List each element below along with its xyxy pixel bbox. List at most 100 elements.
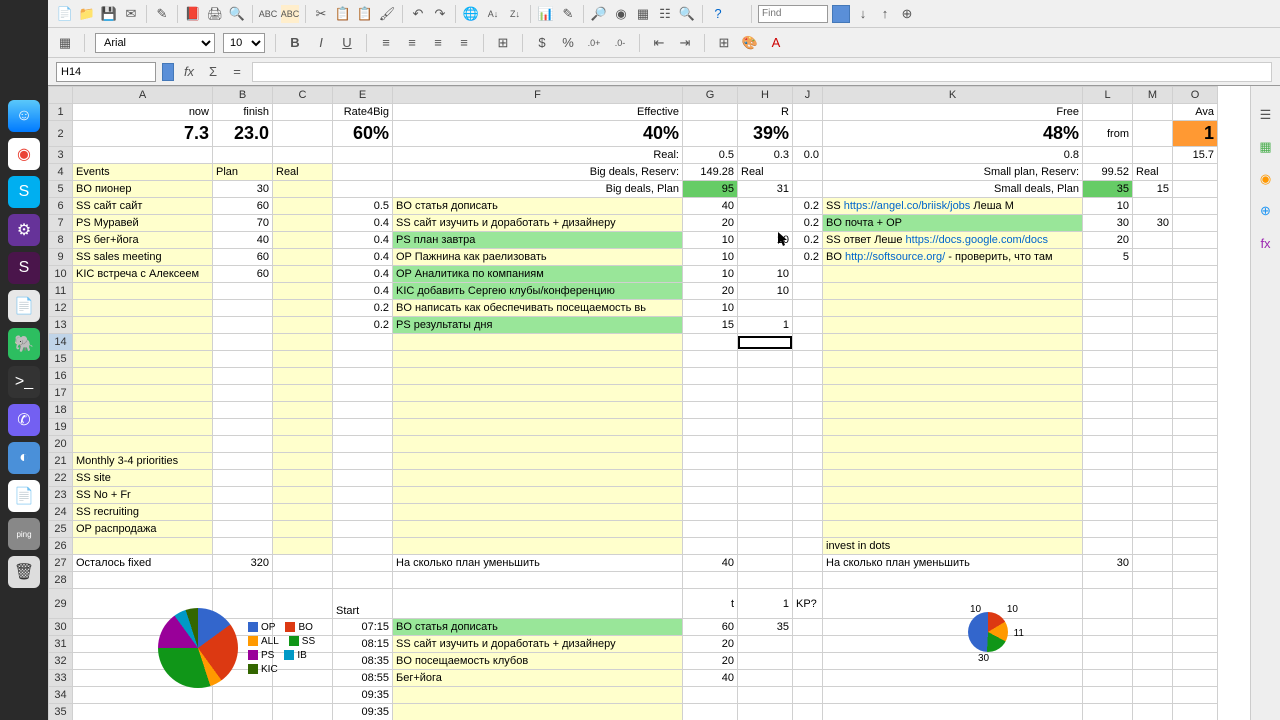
cell[interactable] bbox=[393, 351, 683, 368]
cell[interactable] bbox=[1133, 589, 1173, 619]
edit-icon[interactable]: ✎ bbox=[153, 5, 171, 23]
trash-icon[interactable]: 🗑 bbox=[8, 556, 40, 588]
row-header[interactable]: 2 bbox=[49, 121, 73, 147]
cell[interactable]: 10 bbox=[738, 266, 793, 283]
align-center-icon[interactable]: ≡ bbox=[403, 34, 421, 52]
cell[interactable] bbox=[273, 687, 333, 704]
cell[interactable] bbox=[793, 351, 823, 368]
bold-icon[interactable]: B bbox=[286, 34, 304, 52]
cell[interactable] bbox=[1173, 351, 1218, 368]
cell[interactable] bbox=[1173, 572, 1218, 589]
column-header[interactable]: F bbox=[393, 87, 683, 104]
cell[interactable] bbox=[213, 704, 273, 720]
align-left-icon[interactable]: ≡ bbox=[377, 34, 395, 52]
pdf-icon[interactable]: 📕 bbox=[184, 5, 202, 23]
cell[interactable]: t bbox=[683, 589, 738, 619]
cell[interactable] bbox=[73, 147, 213, 164]
cell[interactable]: 0.4 bbox=[333, 232, 393, 249]
italic-icon[interactable]: I bbox=[312, 34, 330, 52]
cell[interactable]: 0.2 bbox=[333, 300, 393, 317]
find-input[interactable] bbox=[758, 5, 828, 23]
cell[interactable] bbox=[823, 504, 1083, 521]
cell[interactable] bbox=[1083, 670, 1133, 687]
cell[interactable] bbox=[213, 436, 273, 453]
cell[interactable] bbox=[333, 334, 393, 351]
cell[interactable] bbox=[793, 419, 823, 436]
cell[interactable] bbox=[823, 368, 1083, 385]
cell[interactable]: 70 bbox=[213, 215, 273, 232]
cell[interactable] bbox=[213, 147, 273, 164]
styles-icon[interactable]: ▦ bbox=[56, 34, 74, 52]
cell[interactable]: Effective bbox=[393, 104, 683, 121]
datasource-icon[interactable]: ☷ bbox=[656, 5, 674, 23]
cell[interactable] bbox=[1083, 402, 1133, 419]
cell[interactable]: 30 bbox=[213, 181, 273, 198]
cell[interactable]: 15 bbox=[683, 317, 738, 334]
align-right-icon[interactable]: ≡ bbox=[429, 34, 447, 52]
cell[interactable]: 20 bbox=[683, 215, 738, 232]
cell[interactable] bbox=[738, 385, 793, 402]
cell[interactable]: SS сайт изучить и доработать + дизайнеру bbox=[393, 636, 683, 653]
cell[interactable]: 0.2 bbox=[333, 317, 393, 334]
align-justify-icon[interactable]: ≡ bbox=[455, 34, 473, 52]
cell[interactable] bbox=[1133, 636, 1173, 653]
cell[interactable] bbox=[738, 436, 793, 453]
cell[interactable] bbox=[683, 385, 738, 402]
cell[interactable]: BO посещаемость клубов bbox=[393, 653, 683, 670]
column-header[interactable]: A bbox=[73, 87, 213, 104]
cell[interactable]: 60 bbox=[213, 266, 273, 283]
cell[interactable]: 0.2 bbox=[793, 232, 823, 249]
cell[interactable] bbox=[683, 487, 738, 504]
row-header[interactable]: 22 bbox=[49, 470, 73, 487]
cell[interactable] bbox=[1133, 704, 1173, 720]
cell[interactable] bbox=[273, 334, 333, 351]
preview-icon[interactable]: 🔍 bbox=[228, 5, 246, 23]
cell[interactable]: 09:35 bbox=[333, 704, 393, 720]
cell[interactable]: 20 bbox=[683, 653, 738, 670]
cell[interactable] bbox=[273, 704, 333, 720]
cell[interactable] bbox=[333, 164, 393, 181]
cell[interactable] bbox=[1133, 436, 1173, 453]
cell[interactable] bbox=[273, 572, 333, 589]
find-next-icon[interactable]: ↑ bbox=[876, 5, 894, 23]
cell[interactable]: 08:35 bbox=[333, 653, 393, 670]
cell[interactable] bbox=[333, 555, 393, 572]
cell[interactable] bbox=[213, 402, 273, 419]
cell[interactable] bbox=[1173, 266, 1218, 283]
cell[interactable]: BO статья дописать bbox=[393, 619, 683, 636]
cell[interactable] bbox=[1083, 104, 1133, 121]
cell[interactable] bbox=[738, 470, 793, 487]
cell[interactable] bbox=[1083, 572, 1133, 589]
cell[interactable] bbox=[738, 653, 793, 670]
cell[interactable] bbox=[1083, 470, 1133, 487]
cell[interactable] bbox=[393, 453, 683, 470]
formula-input[interactable] bbox=[252, 62, 1272, 82]
cell[interactable] bbox=[1173, 538, 1218, 555]
row-header[interactable]: 25 bbox=[49, 521, 73, 538]
column-header[interactable]: H bbox=[738, 87, 793, 104]
cell[interactable] bbox=[393, 419, 683, 436]
cell[interactable] bbox=[683, 470, 738, 487]
chrome-icon[interactable]: ◉ bbox=[8, 138, 40, 170]
row-header[interactable]: 8 bbox=[49, 232, 73, 249]
cell[interactable] bbox=[823, 572, 1083, 589]
cell[interactable] bbox=[823, 704, 1083, 720]
cell[interactable] bbox=[793, 555, 823, 572]
cell[interactable]: SS recruiting bbox=[73, 504, 213, 521]
cell[interactable] bbox=[1133, 687, 1173, 704]
cell[interactable]: 10 bbox=[683, 249, 738, 266]
cell[interactable]: 20 bbox=[683, 636, 738, 653]
ping-icon[interactable]: ping bbox=[8, 518, 40, 550]
cell[interactable] bbox=[683, 419, 738, 436]
font-select[interactable]: Arial bbox=[95, 33, 215, 53]
cell[interactable] bbox=[823, 619, 1083, 636]
cell[interactable] bbox=[1133, 317, 1173, 334]
cell[interactable]: 5 bbox=[1083, 249, 1133, 266]
cell[interactable]: OP Пажнина как раелизовать bbox=[393, 249, 683, 266]
cell[interactable] bbox=[73, 572, 213, 589]
cell[interactable] bbox=[1083, 453, 1133, 470]
app-icon[interactable]: ◐ bbox=[8, 442, 40, 474]
cell[interactable] bbox=[683, 334, 738, 351]
cell[interactable]: SS ответ Леше https://docs.google.com/do… bbox=[823, 232, 1083, 249]
row-header[interactable]: 15 bbox=[49, 351, 73, 368]
